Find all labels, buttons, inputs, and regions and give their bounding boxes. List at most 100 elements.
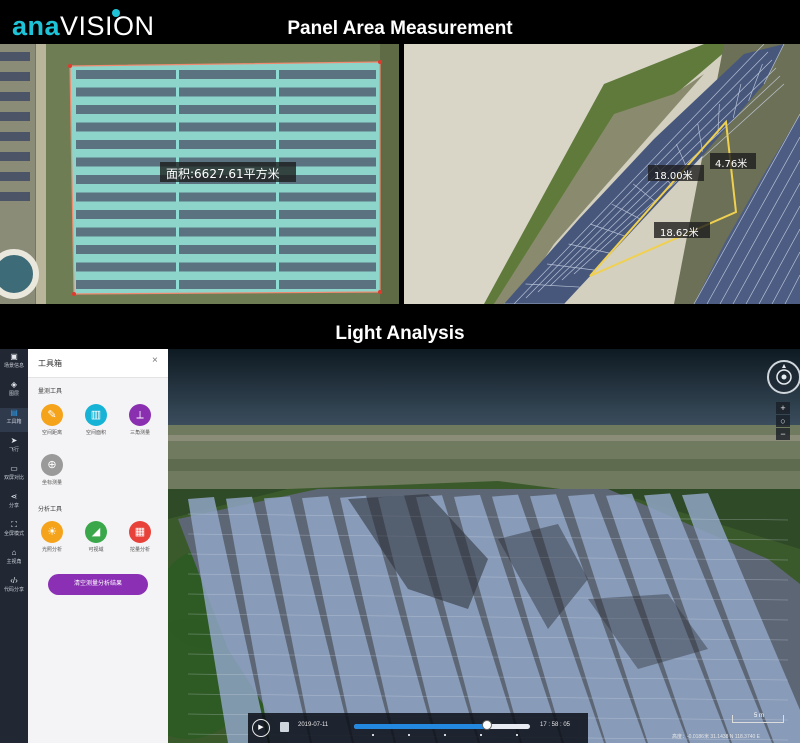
aerial-panel-row [76, 245, 376, 254]
area-measure-label: 面积:6627.61平方米 [166, 167, 280, 181]
aerial-panel-gap [176, 87, 179, 97]
aerial-panel-row [0, 52, 30, 61]
sidebar-item-share[interactable]: ⋖ 分享 [0, 492, 28, 516]
date-value[interactable]: 2019-07-11 [298, 722, 328, 728]
aerial-panel-gap [276, 227, 279, 237]
light-analysis-title: Light Analysis [335, 323, 465, 344]
aerial-panel-row [0, 172, 30, 181]
tool-coordinate[interactable]: ⊕ 坐标测量 [32, 454, 72, 486]
code-icon: ‹/› [10, 576, 18, 585]
hour-tick [444, 734, 446, 736]
panel-area-title: Panel Area Measurement [287, 18, 513, 39]
aerial-panel-row [76, 140, 376, 149]
sun-icon: ☀ [41, 521, 63, 543]
sidebar-item-scene-info[interactable]: ▣ 场景信息 [0, 352, 28, 376]
zoom-in-button[interactable]: + [776, 402, 790, 414]
left-nav-rail: ▣ 场景信息 ◈ 图层 ▤ 工具箱 ➤ 飞行 ▭ 双屏对比 ⋖ 分享 ⛶ 全屏模式 ⌂ 主视角 … [0, 349, 28, 743]
slope-measure-image: 18.00米 4.76米 18.62米 [404, 44, 800, 304]
logo-vision-text: VISION [60, 11, 155, 41]
aerial-panel-gap [276, 105, 279, 114]
sidebar-item-fullscreen[interactable]: ⛶ 全屏模式 [0, 520, 28, 544]
sidebar-item-label: 全屏模式 [3, 531, 24, 537]
reset-view-button[interactable]: ○ [776, 415, 790, 427]
home-icon: ⌂ [11, 548, 17, 557]
info-icon: ▣ [10, 352, 18, 361]
aerial-panel-row [76, 122, 376, 132]
measure-section-label: 量测工具 [38, 389, 63, 395]
aerial-panel-gap [176, 70, 179, 79]
logo-dot [112, 9, 120, 17]
toolbox-panel: 工具箱 × 量测工具 ✎ 空间距离 ▥ 空间面积 ⟂ 三角测量 ⊕ 坐标测量 分析工具 … [28, 349, 168, 743]
aerial-panel-gap [276, 122, 279, 132]
aerial-panel-row [76, 105, 376, 114]
aerial-panel-gap [176, 280, 179, 289]
tool-viewshed[interactable]: ◢ 可视域 [76, 521, 116, 553]
zoom-out-button[interactable]: − [776, 428, 790, 440]
aerial-panel-row [0, 132, 30, 141]
hour-tick [372, 734, 374, 736]
tool-triangle[interactable]: ⟂ 三角测量 [120, 404, 160, 436]
aerial-panel-gap [176, 262, 179, 272]
toolbox-title: 工具箱 [38, 359, 62, 368]
sidebar-item-label: 双屏对比 [3, 475, 24, 481]
share-icon: ⋖ [10, 492, 18, 501]
time-slider-handle[interactable] [482, 720, 492, 730]
aerial-panel-gap [176, 192, 179, 202]
3d-scene-viewport[interactable] [168, 349, 800, 743]
aerial-panel-row [0, 112, 30, 121]
time-slider-bar: ▶ 2019-07-11 17 : 58 : 05 [248, 713, 588, 743]
status-coordinates: 高度：-0.0186米 31.1438 N 118.3740 E [672, 734, 761, 740]
aerial-panel-row [76, 70, 376, 79]
aerial-panel-row [76, 227, 376, 237]
sidebar-item-code-share[interactable]: ‹/› 代码分享 [0, 576, 28, 600]
aerial-panel-gap [176, 227, 179, 237]
aerial-panel-gap [276, 87, 279, 97]
sidebar-item-label: 代码分享 [3, 587, 24, 593]
aerial-panel-row [76, 262, 376, 272]
volume-icon: ▦ [129, 521, 151, 543]
layers-icon: ◈ [10, 380, 18, 389]
tool-distance[interactable]: ✎ 空间距离 [32, 404, 72, 436]
side-a-label: 4.76米 [715, 159, 748, 170]
sidebar-item-label: 主视角 [6, 559, 22, 565]
logo-ana-text: ana [12, 11, 61, 41]
aerial-panel-gap [276, 280, 279, 289]
sidebar-item-layers[interactable]: ◈ 图层 [0, 380, 28, 404]
tool-light-analysis[interactable]: ☀ 光照分析 [32, 521, 72, 553]
aerial-panel-row [0, 192, 30, 201]
calendar-icon[interactable] [280, 722, 289, 732]
aerial-panel-gap [176, 210, 179, 219]
tool-label: 挖量分析 [129, 547, 150, 553]
triangle-measure-icon: ⟂ [129, 404, 151, 426]
clear-results-button[interactable]: 清空测量分析结果 [48, 574, 148, 595]
aerial-panel-gap [176, 140, 179, 149]
aerial-panel-gap [276, 140, 279, 149]
viewshed-icon: ◢ [85, 521, 107, 543]
sidebar-item-toolbox[interactable]: ▤ 工具箱 [0, 408, 28, 432]
sidebar-item-home-view[interactable]: ⌂ 主视角 [0, 548, 28, 572]
3d-scene-svg [168, 349, 800, 743]
aerial-panel-row [76, 280, 376, 289]
sidebar-item-flight[interactable]: ➤ 飞行 [0, 436, 28, 460]
tool-label: 可视域 [88, 547, 104, 553]
time-slider[interactable] [354, 720, 530, 730]
coordinate-icon: ⊕ [41, 454, 63, 476]
sidebar-item-label: 图层 [8, 391, 19, 397]
gis-app-window: ▣ 场景信息 ◈ 图层 ▤ 工具箱 ➤ 飞行 ▭ 双屏对比 ⋖ 分享 ⛶ 全屏模式 ⌂ 主视角 … [0, 349, 800, 743]
slope-measure-svg [404, 44, 800, 304]
toolbox-icon: ▤ [10, 408, 18, 417]
aerial-panel-gap [276, 262, 279, 272]
sidebar-item-dual-screen[interactable]: ▭ 双屏对比 [0, 464, 28, 488]
tool-area[interactable]: ▥ 空间面积 [76, 404, 116, 436]
tool-volume[interactable]: ▦ 挖量分析 [120, 521, 160, 553]
tool-label: 三角测量 [129, 430, 150, 436]
tool-label: 空间距离 [41, 430, 62, 436]
compass-icon[interactable] [767, 360, 800, 394]
play-icon[interactable]: ▶ [252, 719, 270, 737]
sidebar-item-label: 飞行 [8, 447, 19, 453]
area-icon: ▥ [85, 404, 107, 426]
close-icon[interactable]: × [152, 355, 158, 366]
aerial-panel-row [0, 92, 30, 101]
hour-tick [480, 734, 482, 736]
aerial-area-image: 面积:6627.61平方米 [0, 44, 399, 304]
